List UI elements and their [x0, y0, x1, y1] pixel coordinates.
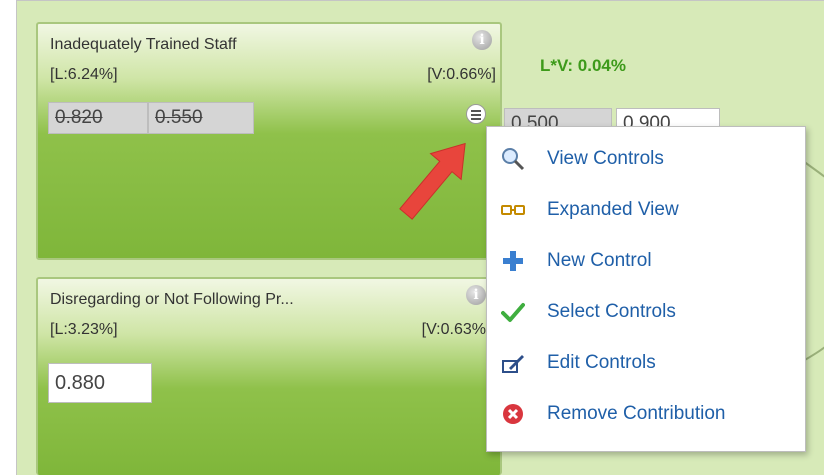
risk-card-disregarding-procedures[interactable]: Disregarding or Not Following Pr... i [L…: [36, 277, 502, 475]
value-input[interactable]: 0.880: [48, 363, 152, 403]
glasses-icon: [501, 205, 525, 215]
old-value-field-1: 0.820: [48, 102, 148, 134]
magnifier-icon: [502, 148, 525, 171]
menu-item-label: View Controls: [547, 148, 664, 169]
old-value-field-2: 0.550: [148, 102, 254, 134]
menu-icon[interactable]: [466, 104, 486, 124]
card-title: Disregarding or Not Following Pr...: [50, 291, 294, 308]
likelihood-value: [L:6.24%]: [50, 66, 118, 83]
vulnerability-value: [V:0.63%: [421, 321, 486, 338]
info-icon[interactable]: i: [466, 285, 486, 305]
menu-item-label: New Control: [547, 250, 652, 271]
menu-item-label: Edit Controls: [547, 352, 656, 373]
plus-icon: [503, 251, 523, 271]
context-menu: View Controls Expanded View New Control …: [486, 126, 806, 452]
likelihood-value: [L:3.23%]: [50, 321, 118, 338]
menu-item-view-controls[interactable]: View Controls: [487, 139, 805, 179]
edit-pen-icon: [502, 355, 524, 373]
vulnerability-value: [V:0.66%]: [427, 66, 496, 83]
card-title: Inadequately Trained Staff: [50, 36, 237, 53]
menu-item-label: Remove Contribution: [547, 403, 726, 424]
menu-item-remove-contribution[interactable]: Remove Contribution: [487, 394, 805, 434]
likelihood-times-value: L*V: 0.04%: [540, 56, 626, 75]
menu-item-edit-controls[interactable]: Edit Controls: [487, 343, 805, 383]
menu-item-expanded-view[interactable]: Expanded View: [487, 190, 805, 230]
remove-x-icon: [503, 404, 523, 424]
menu-item-label: Select Controls: [547, 301, 676, 322]
annotation-arrow-icon: [399, 142, 466, 220]
info-icon[interactable]: i: [472, 30, 492, 50]
checkmark-icon: [501, 303, 525, 322]
menu-item-label: Expanded View: [547, 199, 679, 220]
menu-item-new-control[interactable]: New Control: [487, 241, 805, 281]
menu-item-select-controls[interactable]: Select Controls: [487, 292, 805, 332]
